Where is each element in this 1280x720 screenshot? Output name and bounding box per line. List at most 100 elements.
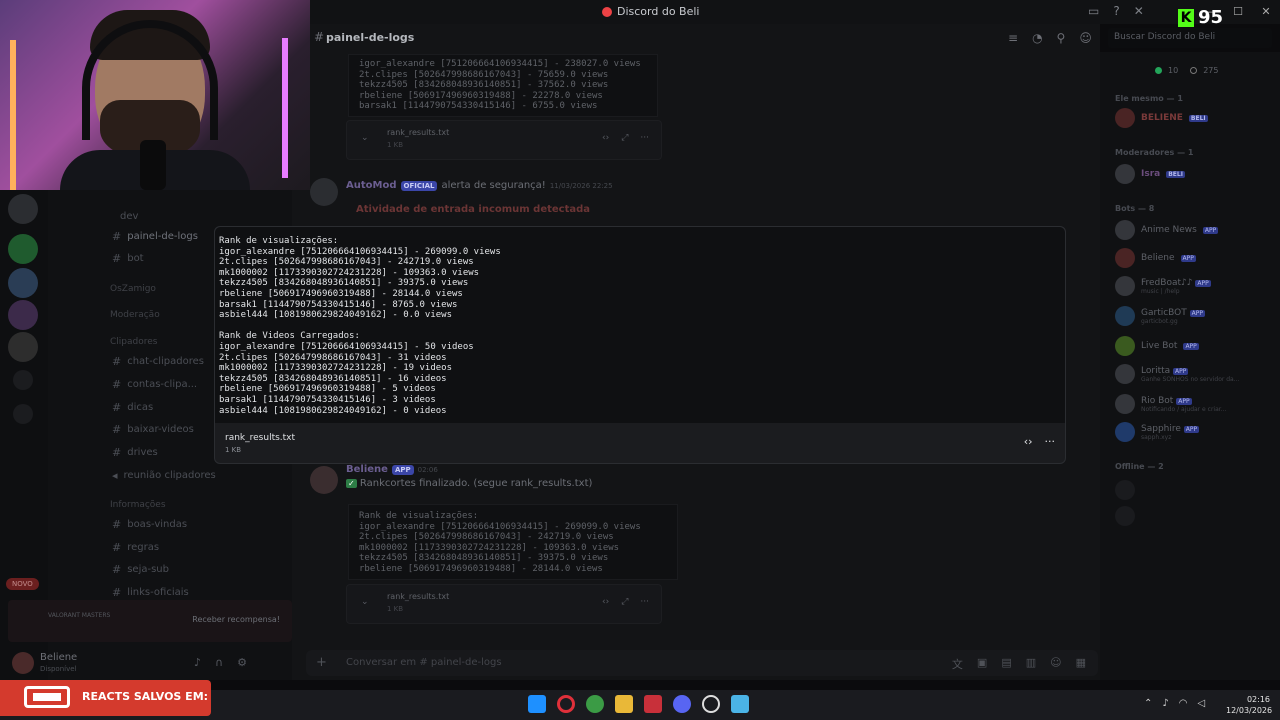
member-item[interactable]: Isra BELI xyxy=(1115,164,1185,184)
category-clipadores[interactable]: Clipadores xyxy=(110,337,157,347)
avatar[interactable] xyxy=(310,466,338,494)
member-item[interactable]: FredBoat♪♪ APP music | /help xyxy=(1115,276,1211,296)
app-icon[interactable] xyxy=(644,695,662,713)
member-item[interactable] xyxy=(1115,506,1135,526)
network-icon[interactable]: ◠ xyxy=(1179,698,1188,709)
author-name: Beliene xyxy=(346,464,388,475)
discord-icon[interactable] xyxy=(673,695,691,713)
threads-icon[interactable]: ≡ xyxy=(1008,31,1018,45)
members-icon[interactable]: ☺ xyxy=(1079,31,1092,45)
channel-dicas[interactable]: # dicas xyxy=(112,401,153,414)
apps-icon[interactable]: ▦ xyxy=(1076,656,1086,672)
message-author[interactable]: Beliene APP 02:06 xyxy=(346,464,438,475)
windows-start-icon[interactable] xyxy=(528,695,546,713)
notepad-icon[interactable] xyxy=(731,695,749,713)
headphones-icon[interactable]: ∩ xyxy=(215,656,223,669)
total-count: 275 xyxy=(1203,66,1219,75)
file-attachment[interactable]: ⌄ rank_results.txt 1 KB ‹› ⤢ ··· xyxy=(346,584,662,624)
file-line: 2t.clipes [502647998686167043] - 31 vide… xyxy=(219,352,447,363)
channel-regras[interactable]: # regras xyxy=(112,541,159,554)
translate-icon[interactable]: 文 xyxy=(952,656,963,672)
hash-icon: # xyxy=(112,446,122,459)
code-icon[interactable]: ‹› xyxy=(602,133,609,143)
channel-chat-clipadores[interactable]: # chat-clipadores xyxy=(112,355,204,368)
channel-bot[interactable]: # bot xyxy=(112,252,144,265)
close-icon[interactable]: ✕ xyxy=(1252,0,1280,24)
mic-icon[interactable]: ♪ xyxy=(194,656,201,669)
more-options-icon[interactable]: ··· xyxy=(1045,435,1056,448)
file-line: barsak1 [1144790754330415146] - 8765.0 v… xyxy=(219,299,458,310)
obs-icon[interactable] xyxy=(702,695,720,713)
category-moderacao[interactable]: Moderação xyxy=(110,310,160,320)
opera-icon[interactable] xyxy=(557,695,575,713)
server-icon[interactable] xyxy=(8,300,38,330)
channel-drives[interactable]: # drives xyxy=(112,446,158,459)
gif-icon[interactable]: ▤ xyxy=(1001,656,1011,672)
member-item[interactable]: Anime News APP xyxy=(1115,220,1219,240)
avatar xyxy=(1115,276,1135,296)
chevron-up-icon[interactable]: ⌃ xyxy=(1144,698,1152,709)
emoji-icon[interactable]: ☺ xyxy=(1050,656,1061,672)
channel-painel-de-logs[interactable]: # painel-de-logs xyxy=(112,230,198,243)
tools-icon[interactable]: ✕ xyxy=(1134,4,1144,18)
sticker-icon[interactable]: ▥ xyxy=(1026,656,1036,672)
maximize-icon[interactable]: ☐ xyxy=(1224,0,1252,24)
message-composer[interactable]: + Conversar em # painel-de-logs 文 ▣ ▤ ▥ … xyxy=(306,650,1098,676)
channel-reuniao-clipadores[interactable]: ◂ reunião clipadores xyxy=(112,469,216,482)
user-panel: Beliene Disponível ♪ ∩ ⚙ xyxy=(8,648,288,678)
avatar[interactable] xyxy=(310,178,338,206)
inbox-icon[interactable]: ▭ xyxy=(1088,4,1099,18)
code-block: igor_alexandre [751206664106934415] - 23… xyxy=(348,54,658,117)
chevron-down-icon[interactable]: ⌄ xyxy=(361,133,369,143)
member-item[interactable]: Loritta APP Ganhe SONHOS no servidor da..… xyxy=(1115,364,1239,384)
notifications-icon[interactable]: ◔ xyxy=(1032,31,1042,45)
category-oszamigo[interactable]: OsZamigo xyxy=(110,284,156,294)
avatar[interactable] xyxy=(12,652,34,674)
search-input[interactable]: Buscar Discord do Beli xyxy=(1108,28,1272,48)
expand-icon[interactable]: ⤢ xyxy=(621,597,628,607)
member-item[interactable]: GarticBOT APP garticbot.gg xyxy=(1115,306,1205,326)
add-attachment-icon[interactable]: + xyxy=(316,655,327,670)
gift-icon[interactable]: ▣ xyxy=(977,656,987,672)
member-name: FredBoat♪♪ xyxy=(1141,277,1193,288)
more-icon[interactable]: ··· xyxy=(640,133,649,143)
chrome-icon[interactable] xyxy=(586,695,604,713)
file-attachment[interactable]: ⌄ rank_results.txt 1 KB ‹› ⤢ ··· xyxy=(346,120,662,160)
message-author[interactable]: AutoMod OFICIAL alerta de segurança! 11/… xyxy=(346,180,613,191)
server-icon[interactable] xyxy=(8,332,38,362)
member-item[interactable]: Live Bot APP xyxy=(1115,336,1199,356)
server-icon[interactable] xyxy=(8,268,38,298)
server-icon[interactable] xyxy=(8,234,38,264)
file-explorer-icon[interactable] xyxy=(615,695,633,713)
file-line: Rank de Videos Carregados: xyxy=(219,331,360,342)
pin-icon[interactable]: ⚲ xyxy=(1057,31,1066,45)
channel-links-oficiais[interactable]: # links-oficiais xyxy=(112,586,189,599)
clock[interactable]: 02:16 12/03/2026 xyxy=(1226,694,1272,716)
channel-seja-sub[interactable]: # seja-sub xyxy=(112,563,169,576)
channel-contas-clipa[interactable]: # contas-clipa... xyxy=(112,378,197,391)
settings-icon[interactable]: ⚙ xyxy=(237,656,247,669)
channel-boas-vindas[interactable]: # boas-vindas xyxy=(112,518,187,531)
add-server-icon[interactable] xyxy=(13,370,33,390)
member-item[interactable]: Rio Bot APP Notificando / ajudar e criar.… xyxy=(1115,394,1226,414)
explore-icon[interactable] xyxy=(13,404,33,424)
file-content: Rank de visualizações: igor_alexandre [7… xyxy=(215,227,1065,423)
server-icon[interactable] xyxy=(8,194,38,224)
code-view-icon[interactable]: ‹› xyxy=(1024,435,1033,448)
mic-icon[interactable]: ♪ xyxy=(1162,698,1168,709)
file-line: igor_alexandre [751206664106934415] - 26… xyxy=(219,246,501,257)
channel-dev[interactable]: dev xyxy=(120,211,138,222)
member-item[interactable] xyxy=(1115,480,1135,500)
category-informacoes[interactable]: Informações xyxy=(110,500,166,510)
member-item[interactable]: BELIENE BELI xyxy=(1115,108,1208,128)
code-icon[interactable]: ‹› xyxy=(602,597,609,607)
expand-icon[interactable]: ⤢ xyxy=(621,133,628,143)
member-item[interactable]: Beliene APP xyxy=(1115,248,1196,268)
claim-reward-button[interactable]: Receber recompensa! xyxy=(192,615,280,624)
chevron-down-icon[interactable]: ⌄ xyxy=(361,597,369,607)
member-item[interactable]: Sapphire APP sapph.xyz xyxy=(1115,422,1200,442)
channel-baixar-videos[interactable]: # baixar-videos xyxy=(112,423,194,436)
volume-icon[interactable]: ◁ xyxy=(1198,698,1206,709)
help-icon[interactable]: ? xyxy=(1113,4,1119,18)
more-icon[interactable]: ··· xyxy=(640,597,649,607)
